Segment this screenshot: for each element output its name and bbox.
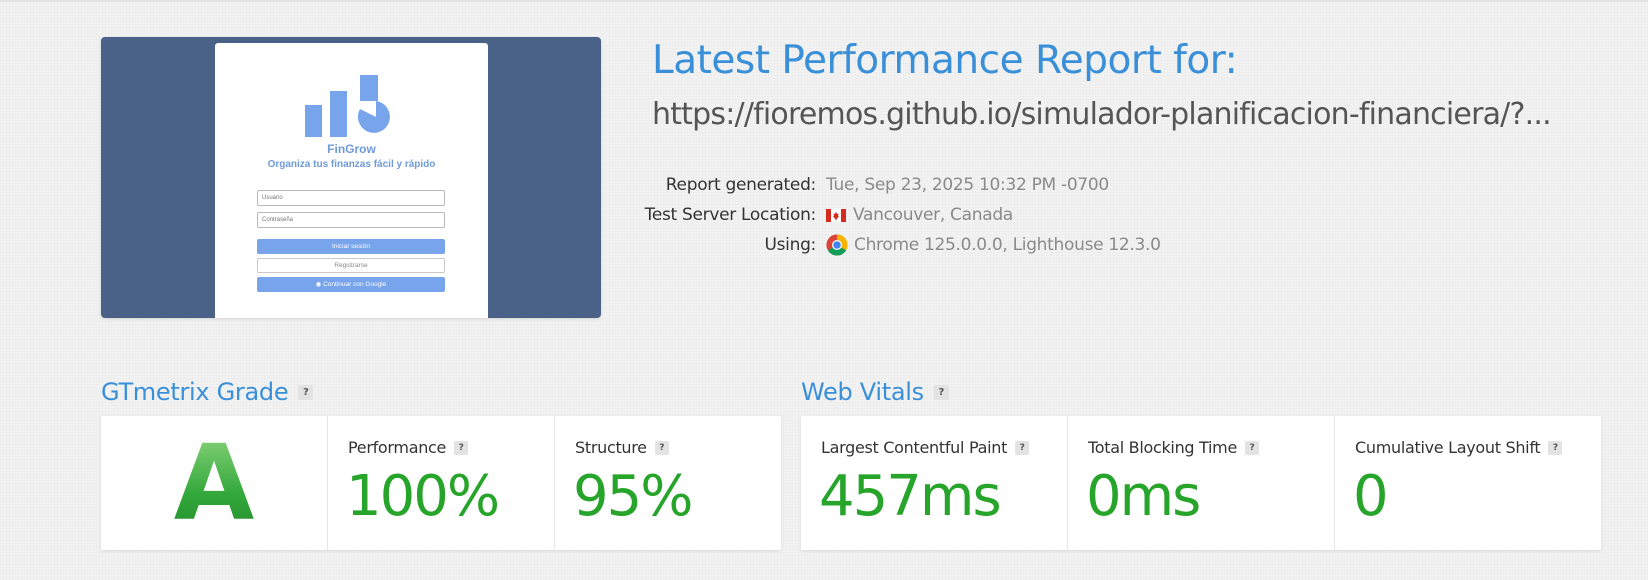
meta-value: Vancouver, Canada <box>826 205 1013 225</box>
vitals-help-icon[interactable]: ? <box>933 384 949 400</box>
cls-label-row: Cumulative Layout Shift ? <box>1355 438 1563 457</box>
canada-flag-icon <box>826 208 846 222</box>
report-meta: Report generated: Tue, Sep 23, 2025 10:3… <box>620 170 1320 260</box>
vitals-heading-text: Web Vitals <box>801 378 924 406</box>
screenshot-register-button: Registrarse <box>257 258 445 273</box>
tbt-help-icon[interactable]: ? <box>1245 440 1260 455</box>
meta-row-using: Using: Chrome 125.0.0.0, Lighthouse 12.3… <box>620 230 1320 260</box>
screenshot-brand: FinGrow <box>327 142 376 156</box>
screenshot-google-label: Continuar con Google <box>323 281 387 288</box>
screenshot-login-button: Iniciar sesión <box>257 239 445 254</box>
structure-value: 95% <box>573 464 693 529</box>
cls-help-icon[interactable]: ? <box>1548 440 1563 455</box>
grade-cell: A <box>101 416 328 550</box>
grade-letter: A <box>101 428 327 538</box>
cls-cell: Cumulative Layout Shift ? 0 <box>1335 416 1601 550</box>
screenshot-password-field: Contraseña <box>257 212 445 228</box>
page-screenshot-thumbnail[interactable]: FinGrow Organiza tus finanzas fácil y rá… <box>101 37 601 318</box>
performance-value: 100% <box>346 464 500 529</box>
meta-label: Using: <box>764 235 816 255</box>
performance-label: Performance <box>348 438 447 457</box>
performance-label-row: Performance ? <box>348 438 469 457</box>
structure-help-icon[interactable]: ? <box>654 440 669 455</box>
report-title: Latest Performance Report for: <box>652 38 1238 83</box>
server-location: Vancouver, Canada <box>853 205 1013 225</box>
meta-label: Test Server Location: <box>644 205 817 225</box>
screenshot-login-page: FinGrow Organiza tus finanzas fácil y rá… <box>215 43 488 318</box>
fingrow-logo-icon <box>305 75 390 137</box>
screenshot-username-field: Usuario <box>257 190 445 206</box>
lcp-label: Largest Contentful Paint <box>821 438 1008 457</box>
cls-value: 0 <box>1353 464 1389 529</box>
tbt-cell: Total Blocking Time ? 0ms <box>1068 416 1335 550</box>
google-icon: ◉ <box>315 281 322 288</box>
lcp-help-icon[interactable]: ? <box>1015 440 1030 455</box>
lcp-cell: Largest Contentful Paint ? 457ms <box>801 416 1068 550</box>
structure-cell: Structure ? 95% <box>555 416 781 550</box>
structure-label: Structure <box>575 438 647 457</box>
vitals-heading: Web Vitals ? <box>801 378 949 406</box>
meta-label: Report generated: <box>665 175 817 195</box>
cls-label: Cumulative Layout Shift <box>1355 438 1541 457</box>
report-url[interactable]: https://fioremos.github.io/simulador-pla… <box>652 97 1612 132</box>
grade-heading-text: GTmetrix Grade <box>101 378 289 406</box>
screenshot-tagline: Organiza tus finanzas fácil y rápido <box>267 159 436 170</box>
structure-label-row: Structure ? <box>575 438 669 457</box>
browser-version: Chrome 125.0.0.0, Lighthouse 12.3.0 <box>854 235 1161 255</box>
vitals-panel: Largest Contentful Paint ? 457ms Total B… <box>801 416 1601 550</box>
top-divider <box>0 0 1648 2</box>
report-date: Tue, Sep 23, 2025 10:32 PM -0700 <box>826 175 1109 195</box>
grade-heading: GTmetrix Grade ? <box>101 378 314 406</box>
lcp-value: 457ms <box>819 464 1002 529</box>
tbt-label-row: Total Blocking Time ? <box>1088 438 1260 457</box>
lcp-label-row: Largest Contentful Paint ? <box>821 438 1030 457</box>
chrome-icon <box>826 234 848 256</box>
tbt-label: Total Blocking Time <box>1088 438 1238 457</box>
grade-panel: A Performance ? 100% Structure ? 95% <box>101 416 781 550</box>
grade-help-icon[interactable]: ? <box>298 384 314 400</box>
meta-value: Chrome 125.0.0.0, Lighthouse 12.3.0 <box>826 234 1161 256</box>
performance-help-icon[interactable]: ? <box>454 440 469 455</box>
meta-row-generated: Report generated: Tue, Sep 23, 2025 10:3… <box>620 170 1320 200</box>
performance-cell: Performance ? 100% <box>328 416 555 550</box>
screenshot-google-button: ◉ Continuar con Google <box>257 277 445 292</box>
tbt-value: 0ms <box>1086 464 1201 529</box>
meta-value: Tue, Sep 23, 2025 10:32 PM -0700 <box>826 175 1109 195</box>
meta-row-location: Test Server Location: Vancouver, Canada <box>620 200 1320 230</box>
